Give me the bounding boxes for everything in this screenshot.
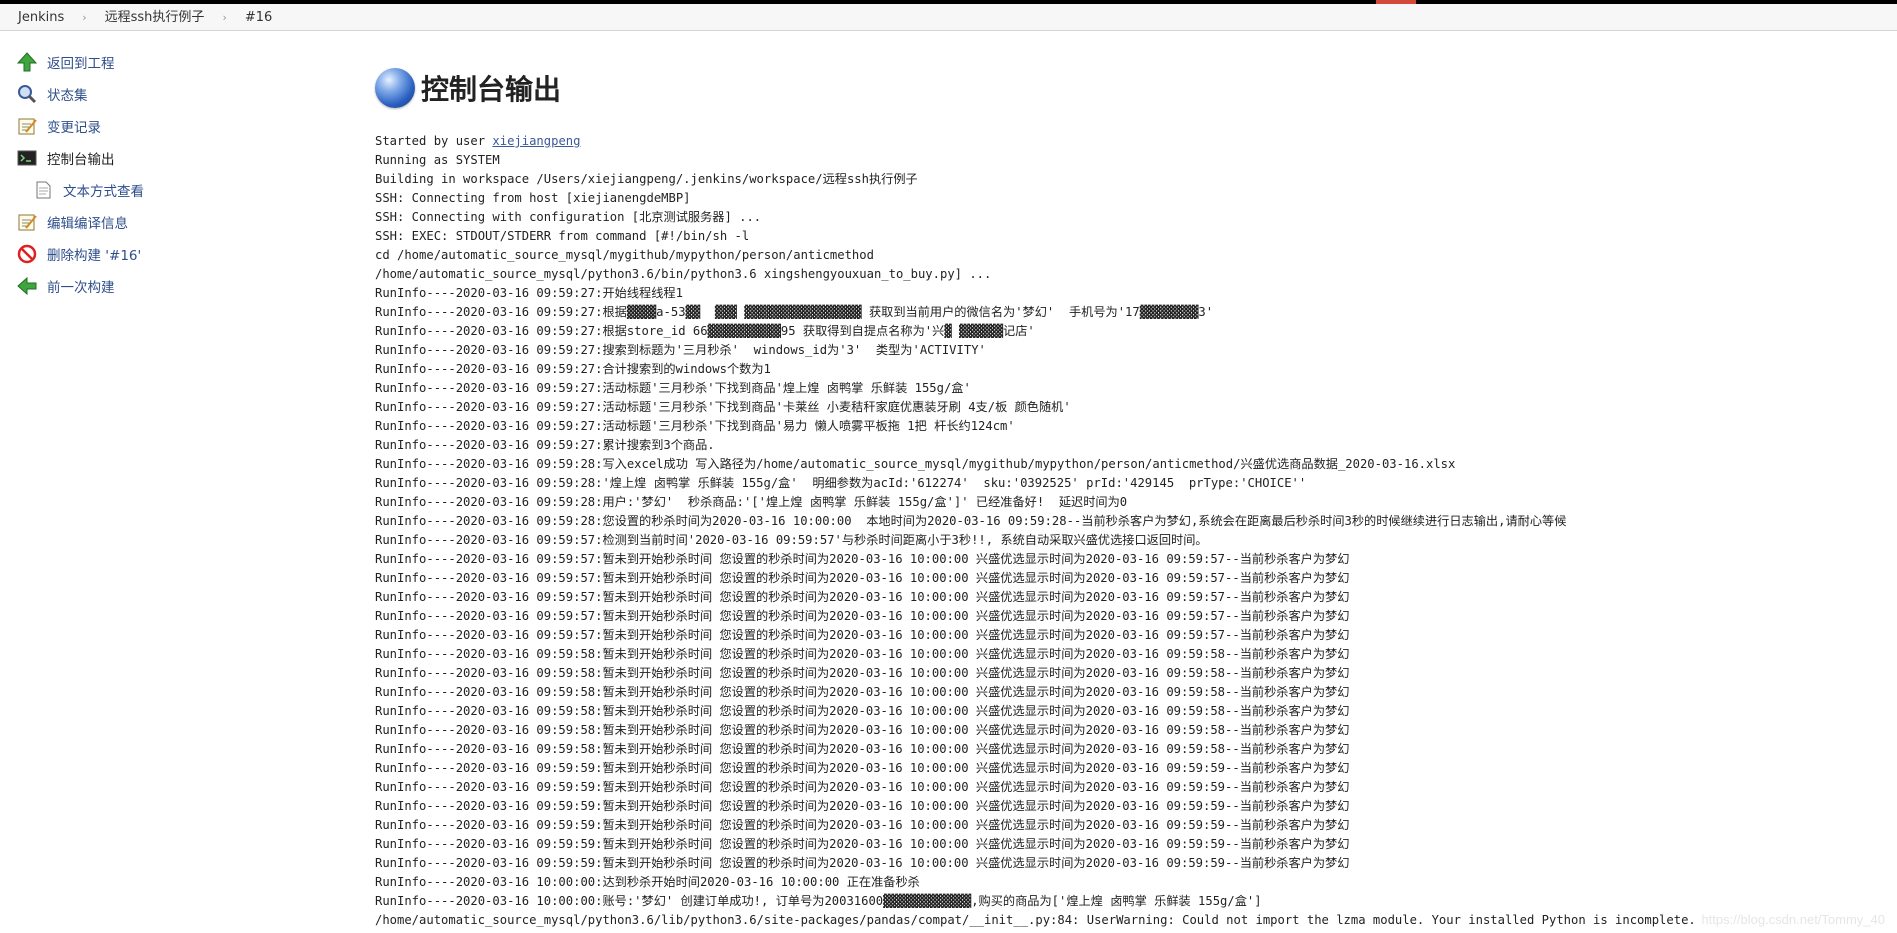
console-line: RunInfo----2020-03-16 09:59:58:暂未到开始秒杀时间… bbox=[375, 685, 1350, 699]
console-line: RunInfo----2020-03-16 09:59:27:活动标题'三月秒杀… bbox=[375, 419, 1015, 433]
console-line: RunInfo----2020-03-16 09:59:57:暂未到开始秒杀时间… bbox=[375, 609, 1350, 623]
console-line: RunInfo----2020-03-16 09:59:27:根据▓▓▓▓a-5… bbox=[375, 305, 1214, 319]
sidebar-item-changes[interactable]: 变更记录 bbox=[16, 110, 346, 142]
magnifier-icon bbox=[16, 83, 38, 105]
sidebar-item-label: 控制台输出 bbox=[47, 152, 115, 168]
left-arrow-icon bbox=[16, 275, 38, 297]
sidebar-item-label: 前一次构建 bbox=[47, 280, 115, 296]
console-line: RunInfo----2020-03-16 09:59:27:累计搜索到3个商品… bbox=[375, 438, 715, 452]
breadcrumb-jenkins[interactable]: Jenkins bbox=[0, 4, 82, 31]
sidebar-item-view-as-text[interactable]: 文本方式查看 bbox=[16, 174, 346, 206]
console-line: RunInfo----2020-03-16 09:59:28:写入excel成功… bbox=[375, 457, 1456, 471]
console-line: /home/automatic_source_mysql/python3.6/l… bbox=[375, 913, 1696, 927]
console-output: Started by user xiejiangpeng Running as S… bbox=[375, 132, 1897, 930]
console-line: RunInfo----2020-03-16 09:59:58:暂未到开始秒杀时间… bbox=[375, 704, 1350, 718]
console-started-prefix: Started by user bbox=[375, 134, 493, 148]
console-line: RunInfo----2020-03-16 09:59:28:'煌上煌 卤鸭掌 … bbox=[375, 476, 1307, 490]
sidebar-item-console-output[interactable]: 控制台输出 bbox=[16, 142, 346, 174]
sidebar-item-previous-build[interactable]: 前一次构建 bbox=[16, 270, 346, 302]
console-line: cd /home/automatic_source_mysql/mygithub… bbox=[375, 248, 874, 262]
blue-ball-icon bbox=[375, 68, 415, 108]
console-line: RunInfo----2020-03-16 09:59:59:暂未到开始秒杀时间… bbox=[375, 837, 1350, 851]
console-line: RunInfo----2020-03-16 09:59:59:暂未到开始秒杀时间… bbox=[375, 799, 1350, 813]
page-header: 控制台输出 bbox=[375, 60, 1897, 116]
console-line: RunInfo----2020-03-16 09:59:57:暂未到开始秒杀时间… bbox=[375, 590, 1350, 604]
console-line: RunInfo----2020-03-16 09:59:27:活动标题'三月秒杀… bbox=[375, 400, 1071, 414]
console-line: RunInfo----2020-03-16 09:59:59:暂未到开始秒杀时间… bbox=[375, 856, 1350, 870]
console-line: Building in workspace /Users/xiejiangpen… bbox=[375, 172, 918, 186]
sidebar-item-label: 编辑编译信息 bbox=[47, 216, 128, 232]
console-line: /home/automatic_source_mysql/python3.6/b… bbox=[375, 267, 992, 281]
document-icon bbox=[32, 179, 54, 201]
up-arrow-icon bbox=[16, 51, 38, 73]
console-line: RunInfo----2020-03-16 09:59:58:暂未到开始秒杀时间… bbox=[375, 666, 1350, 680]
sidebar-item-label: 变更记录 bbox=[47, 120, 101, 136]
sidebar-item-label: 返回到工程 bbox=[47, 56, 115, 72]
console-line: RunInfo----2020-03-16 09:59:28:用户:'梦幻' 秒… bbox=[375, 495, 1128, 509]
console-line: RunInfo----2020-03-16 09:59:28:您设置的秒杀时间为… bbox=[375, 514, 1567, 528]
console-line: RunInfo----2020-03-16 09:59:59:暂未到开始秒杀时间… bbox=[375, 780, 1350, 794]
console-line: Started by user xiejiangpeng bbox=[375, 132, 1897, 151]
sidebar-item-label: 删除构建 '#16' bbox=[47, 248, 142, 264]
console-line: RunInfo----2020-03-16 09:59:27:根据store_i… bbox=[375, 324, 1035, 338]
sidebar-item-back-to-project[interactable]: 返回到工程 bbox=[16, 46, 346, 78]
console-line: RunInfo----2020-03-16 09:59:57:暂未到开始秒杀时间… bbox=[375, 552, 1350, 566]
breadcrumb: Jenkins › 远程ssh执行例子 › #16 bbox=[0, 4, 1897, 31]
console-line: RunInfo----2020-03-16 09:59:59:暂未到开始秒杀时间… bbox=[375, 761, 1350, 775]
main-panel: 控制台输出 Started by user xiejiangpeng Runnin… bbox=[375, 60, 1897, 927]
sidebar-item-label: 状态集 bbox=[47, 88, 88, 104]
user-link[interactable]: xiejiangpeng bbox=[492, 134, 580, 148]
console-line: SSH: Connecting with configuration [北京测试… bbox=[375, 210, 762, 224]
no-entry-icon bbox=[16, 243, 38, 265]
console-line: RunInfo----2020-03-16 09:59:59:暂未到开始秒杀时间… bbox=[375, 818, 1350, 832]
watermark: https://blog.csdn.net/Tommy_40 bbox=[1701, 912, 1885, 927]
console-line: Running as SYSTEM bbox=[375, 153, 500, 167]
console-line: RunInfo----2020-03-16 09:59:27:合计搜索到的win… bbox=[375, 362, 771, 376]
console-line: RunInfo----2020-03-16 09:59:27:搜索到标题为'三月… bbox=[375, 343, 986, 357]
console-line: RunInfo----2020-03-16 09:59:58:暂未到开始秒杀时间… bbox=[375, 742, 1350, 756]
console-line: RunInfo----2020-03-16 09:59:58:暂未到开始秒杀时间… bbox=[375, 723, 1350, 737]
sidebar: 返回到工程 状态集 变更记录 控制台输出 文本方式查看 编辑编译信息 删除构建 … bbox=[16, 46, 346, 302]
sidebar-item-label: 文本方式查看 bbox=[63, 184, 144, 200]
console-line: SSH: EXEC: STDOUT/STDERR from command [#… bbox=[375, 229, 750, 243]
console-line: SSH: Connecting from host [xiejianengdeM… bbox=[375, 191, 691, 205]
sidebar-item-status[interactable]: 状态集 bbox=[16, 78, 346, 110]
console-line: RunInfo----2020-03-16 10:00:00:账号:'梦幻' 创… bbox=[375, 894, 1262, 908]
console-line: RunInfo----2020-03-16 10:00:00:达到秒杀开始时间2… bbox=[375, 875, 920, 889]
terminal-icon bbox=[16, 147, 38, 169]
console-line: RunInfo----2020-03-16 09:59:57:暂未到开始秒杀时间… bbox=[375, 571, 1350, 585]
console-line: RunInfo----2020-03-16 09:59:57:暂未到开始秒杀时间… bbox=[375, 628, 1350, 642]
console-line: RunInfo----2020-03-16 09:59:27:活动标题'三月秒杀… bbox=[375, 381, 971, 395]
page-title: 控制台输出 bbox=[421, 73, 562, 106]
breadcrumb-project[interactable]: 远程ssh执行例子 bbox=[87, 4, 223, 31]
breadcrumb-build[interactable]: #16 bbox=[227, 4, 290, 31]
sidebar-item-delete-build[interactable]: 删除构建 '#16' bbox=[16, 238, 346, 270]
notepad-icon bbox=[16, 211, 38, 233]
console-line: RunInfo----2020-03-16 09:59:27:开始线程线程1 bbox=[375, 286, 683, 300]
notepad-icon bbox=[16, 115, 38, 137]
console-line: RunInfo----2020-03-16 09:59:58:暂未到开始秒杀时间… bbox=[375, 647, 1350, 661]
sidebar-item-edit-build-info[interactable]: 编辑编译信息 bbox=[16, 206, 346, 238]
console-line: RunInfo----2020-03-16 09:59:57:检测到当前时间'2… bbox=[375, 533, 1208, 547]
